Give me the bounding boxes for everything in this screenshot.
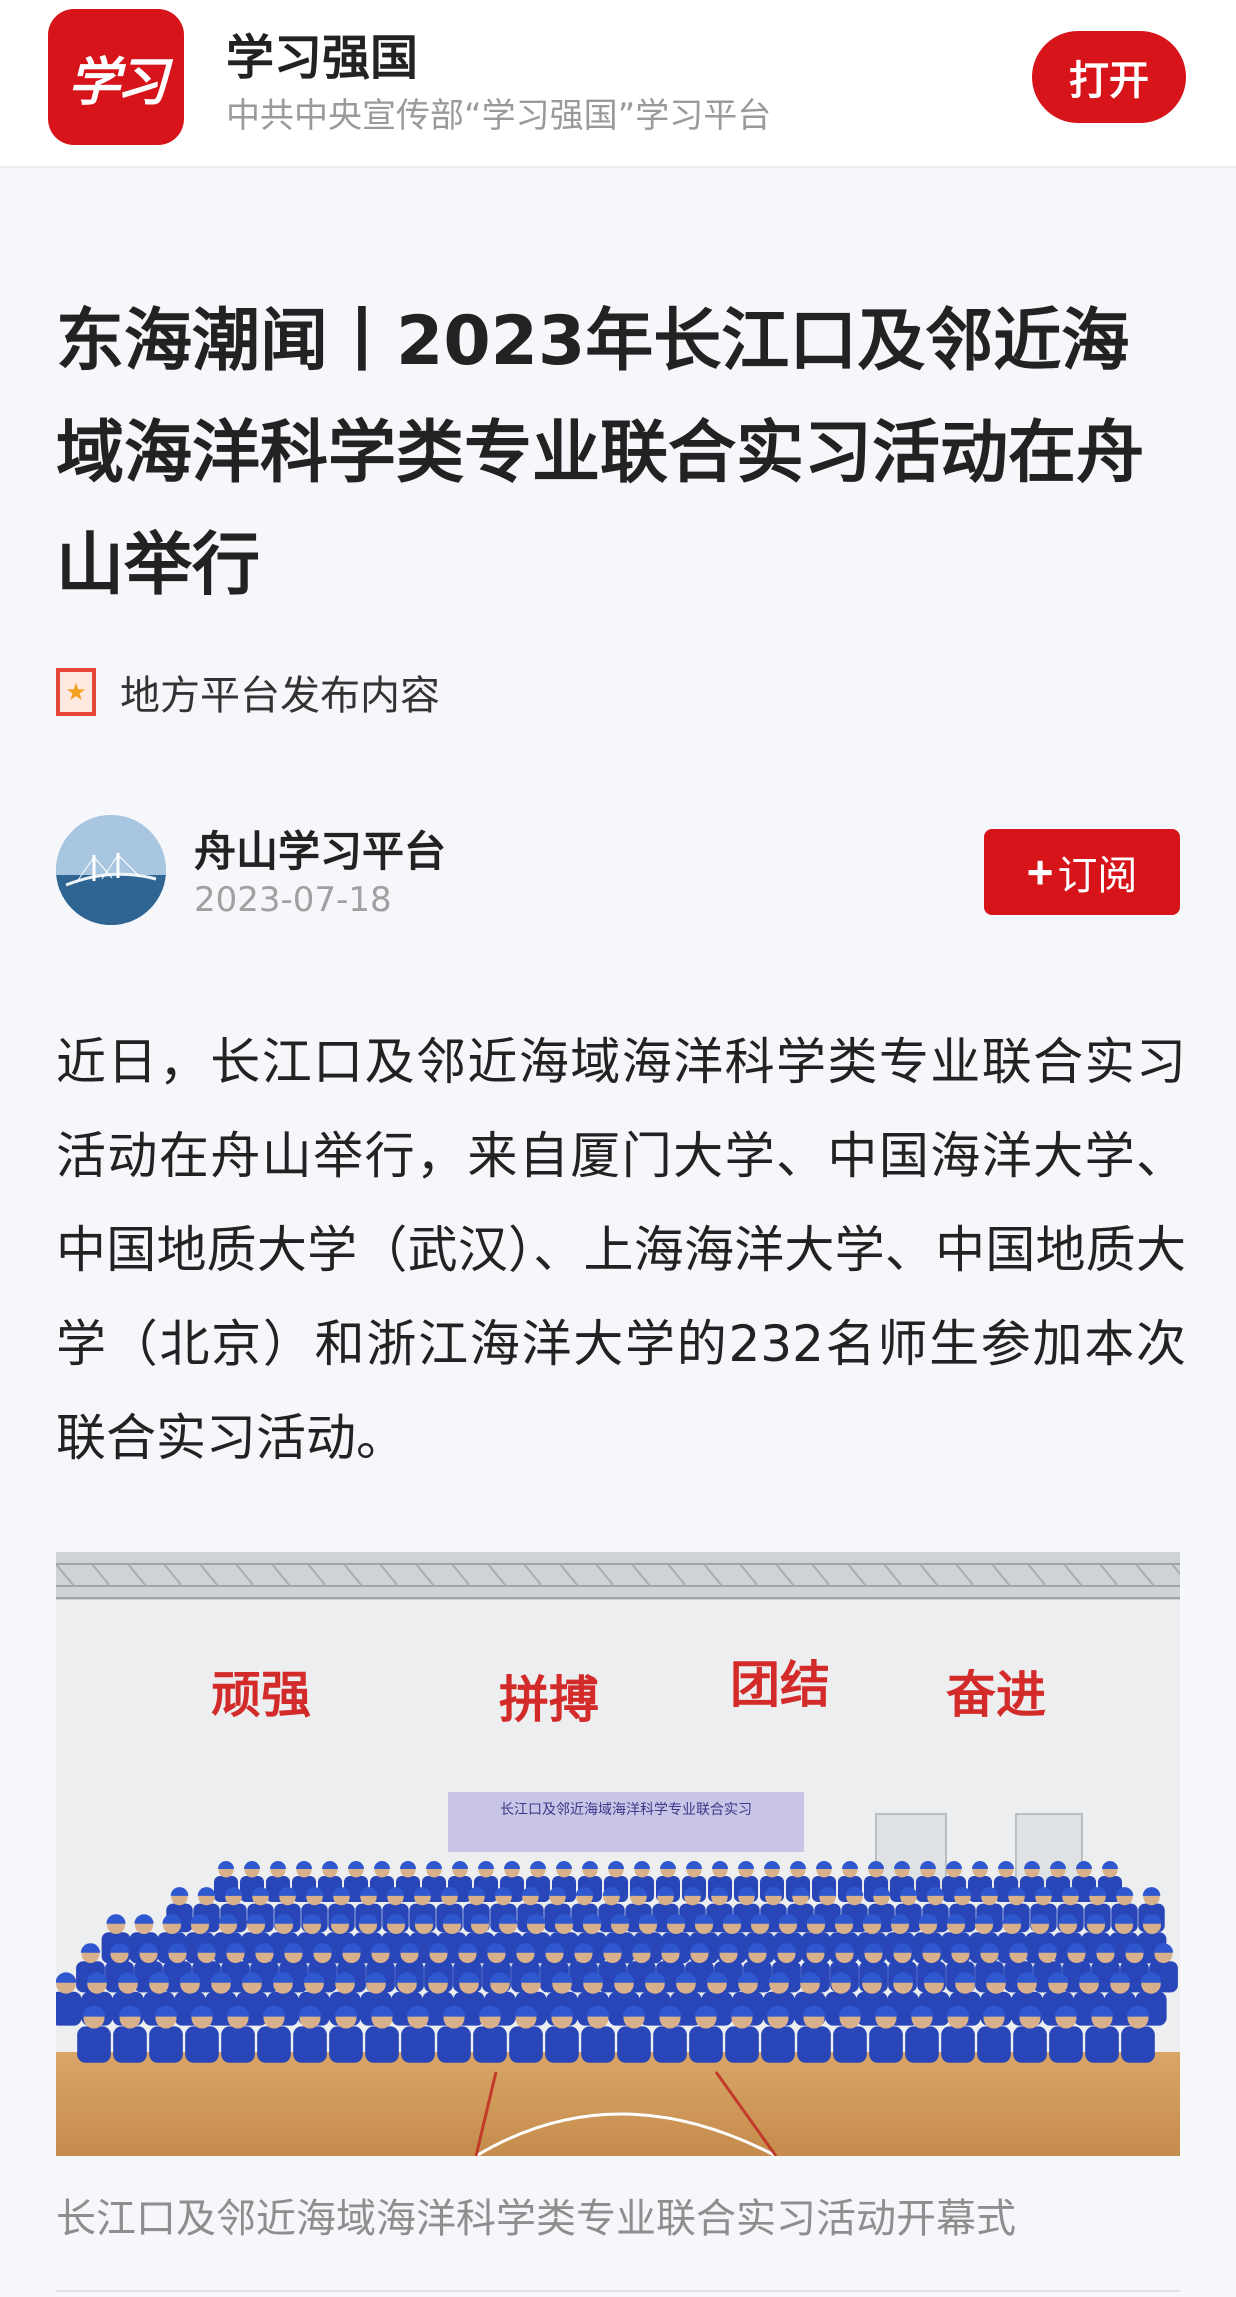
- star-bookmark-icon: ★: [56, 668, 96, 716]
- wall-slogan: 奋进: [946, 1665, 1046, 1724]
- author-name[interactable]: 舟山学习平台: [194, 818, 446, 879]
- article-title: 东海潮闻丨2023年长江口及邻近海域海洋科学类专业联合实习活动在舟山举行: [56, 302, 1145, 605]
- wall-slogan: 顽强: [211, 1665, 311, 1724]
- photo-caption: 长江口及邻近海域海洋科学类专业联合实习活动开幕式: [56, 2196, 1016, 2242]
- divider: [56, 2290, 1180, 2292]
- open-app-button[interactable]: 打开: [1032, 31, 1186, 123]
- app-subtitle: 中共中央宣传部“学习强国”学习平台: [226, 96, 772, 136]
- wall-slogan: 团结: [730, 1655, 830, 1714]
- wall-slogan: 拼搏: [499, 1670, 599, 1729]
- subscribe-label: 订阅: [1057, 854, 1138, 898]
- publish-date: 2023-07-18: [194, 880, 392, 920]
- bridge-over-sea-photo: [56, 815, 166, 925]
- subscribe-button[interactable]: + 订阅: [984, 829, 1180, 915]
- author-avatar[interactable]: [56, 815, 166, 925]
- article-photo[interactable]: 顽强 拼搏 团结 奋进 长江口及邻近海域海洋科学专业联合实习: [56, 1552, 1180, 2156]
- article-paragraph: 近日，长江口及邻近海域海洋科学类专业联合实习活动在舟山举行，来自厦门大学、中国海…: [56, 1033, 1186, 1467]
- app-download-banner: 学习 学习强国 中共中央宣传部“学习强国”学习平台 打开: [0, 0, 1236, 168]
- group-photo-illustration: 顽强 拼搏 团结 奋进 长江口及邻近海域海洋科学专业联合实习: [56, 1552, 1180, 2156]
- app-logo-text: 学习: [67, 51, 168, 113]
- plus-icon: +: [1026, 846, 1054, 898]
- app-logo[interactable]: 学习: [48, 9, 184, 145]
- local-platform-tag: ★ 地方平台发布内容: [56, 666, 440, 719]
- event-banner-text: 长江口及邻近海域海洋科学专业联合实习: [500, 1802, 752, 1818]
- app-name: 学习强国: [226, 30, 419, 86]
- local-platform-tag-label: 地方平台发布内容: [120, 673, 440, 719]
- event-banner: [448, 1792, 804, 1852]
